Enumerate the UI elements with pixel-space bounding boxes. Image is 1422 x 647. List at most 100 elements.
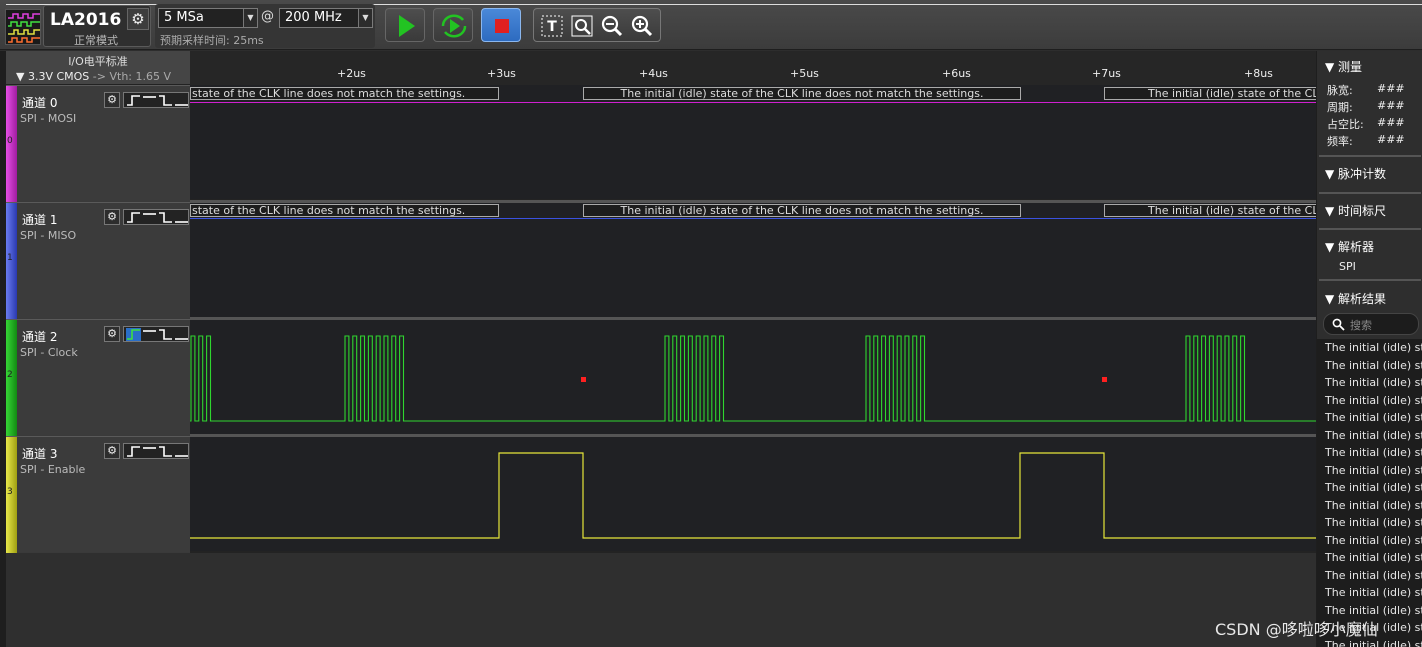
result-item[interactable]: The initial (idle) st	[1317, 549, 1422, 567]
loop-run-button[interactable]	[433, 8, 473, 42]
decoder-section-header[interactable]: ▼ 解析器	[1325, 238, 1374, 255]
high-level-icon[interactable]	[142, 445, 157, 458]
single-run-button[interactable]	[385, 8, 425, 42]
period-value: ###	[1377, 99, 1405, 112]
trigger-selector[interactable]	[123, 209, 189, 225]
gear-icon[interactable]: ⚙	[104, 326, 120, 342]
zoom-out-icon[interactable]	[600, 14, 624, 38]
device-model: LA2016	[50, 10, 122, 30]
duty-cycle-value: ###	[1377, 116, 1405, 129]
frequency-measure-value: ###	[1377, 133, 1405, 146]
lane-channel-0[interactable]: state of the CLK line does not match the…	[190, 85, 1316, 199]
result-item[interactable]: The initial (idle) st	[1317, 409, 1422, 427]
result-item[interactable]: The initial (idle) st	[1317, 584, 1422, 602]
channel-panel: I/O电平标准 ▼ 3.3V CMOS -> Vth: 1.65 V 0 通道 …	[6, 51, 190, 553]
result-item[interactable]: The initial (idle) st	[1317, 514, 1422, 532]
decoder-annotation[interactable]: state of the CLK line does not match the…	[190, 204, 499, 217]
result-item[interactable]: The initial (idle) st	[1317, 374, 1422, 392]
low-level-icon[interactable]	[174, 94, 189, 107]
low-level-icon[interactable]	[174, 445, 189, 458]
high-level-icon[interactable]	[142, 211, 157, 224]
decoder-annotation[interactable]: The initial (idle) state of the CLK line…	[583, 87, 1021, 100]
channel-row-2[interactable]: 2 通道 2 SPI - Clock ⚙	[6, 319, 190, 436]
section-divider	[1319, 228, 1421, 230]
zoom-fit-icon[interactable]	[570, 14, 594, 38]
results-section-header[interactable]: ▼ 解析结果	[1325, 290, 1386, 307]
result-item[interactable]: The initial (idle) st	[1317, 567, 1422, 585]
device-settings-gear-icon[interactable]: ⚙	[127, 8, 149, 30]
section-divider	[1319, 279, 1421, 281]
measure-section-header[interactable]: ▼ 测量	[1325, 58, 1362, 75]
channel-decoder-label: SPI - MOSI	[20, 112, 77, 125]
high-level-icon[interactable]	[142, 328, 157, 341]
sample-rate-value: 5 MSa	[164, 10, 204, 25]
sample-rate-select[interactable]: 5 MSa ▼	[158, 8, 258, 28]
io-level-title: I/O电平标准	[68, 55, 128, 68]
result-item[interactable]: The initial (idle) st	[1317, 427, 1422, 445]
high-level-icon[interactable]	[142, 94, 157, 107]
gear-icon[interactable]: ⚙	[104, 92, 120, 108]
result-item[interactable]: The initial (idle) st	[1317, 497, 1422, 515]
channel-row-1[interactable]: 1 通道 1 SPI - MISO ⚙	[6, 202, 190, 319]
gear-icon[interactable]: ⚙	[104, 209, 120, 225]
io-level-header: I/O电平标准 ▼ 3.3V CMOS -> Vth: 1.65 V	[6, 51, 190, 85]
lane-channel-3[interactable]	[190, 437, 1316, 551]
rising-edge-icon[interactable]	[126, 445, 141, 458]
results-list[interactable]: The initial (idle) st The initial (idle) …	[1317, 339, 1422, 647]
rising-edge-icon[interactable]	[126, 94, 141, 107]
decoder-annotation[interactable]: state of the CLK line does not match the…	[190, 87, 499, 100]
search-icon	[1332, 318, 1345, 331]
enable-waveform	[190, 452, 1316, 539]
frequency-select[interactable]: 200 MHz ▼	[279, 8, 373, 28]
low-level-icon[interactable]	[174, 328, 189, 341]
result-item[interactable]: The initial (idle) st	[1317, 532, 1422, 550]
search-placeholder: 搜索	[1350, 319, 1372, 332]
section-divider	[1319, 155, 1421, 157]
cursor-section-header[interactable]: ▼ 时间标尺	[1325, 202, 1386, 219]
time-tick: +5us	[790, 67, 819, 80]
channel-decoder-label: SPI - Clock	[20, 346, 78, 359]
channel-row-0[interactable]: 0 通道 0 SPI - MOSI ⚙	[6, 85, 190, 202]
falling-edge-icon[interactable]	[158, 94, 173, 107]
trigger-selector[interactable]	[123, 326, 189, 342]
result-item[interactable]: The initial (idle) st	[1317, 479, 1422, 497]
result-item[interactable]: The initial (idle) st	[1317, 339, 1422, 357]
low-level-icon[interactable]	[174, 211, 189, 224]
pulse-count-section-header[interactable]: ▼ 脉冲计数	[1325, 165, 1386, 182]
result-item[interactable]: The initial (idle) st	[1317, 462, 1422, 480]
channel-row-3[interactable]: 3 通道 3 SPI - Enable ⚙	[6, 436, 190, 553]
gear-icon[interactable]: ⚙	[104, 443, 120, 459]
time-tick: +4us	[639, 67, 668, 80]
decoder-annotation[interactable]: The initial (idle) state of the CLK line…	[583, 204, 1021, 217]
chevron-down-icon: ▼	[243, 9, 257, 27]
lane-channel-2[interactable]	[190, 320, 1316, 434]
rising-edge-icon-selected[interactable]	[126, 328, 141, 341]
result-item[interactable]: The initial (idle) st	[1317, 444, 1422, 462]
threshold-voltage: -> Vth: 1.65 V	[92, 70, 172, 83]
result-item[interactable]: The initial (idle) st	[1317, 357, 1422, 375]
waveform-view[interactable]: +2us +3us +4us +5us +6us +7us +8us state…	[190, 51, 1316, 553]
falling-edge-icon[interactable]	[158, 328, 173, 341]
results-search-input[interactable]: 搜索	[1323, 313, 1419, 335]
decoder-spi-item[interactable]: SPI	[1339, 260, 1356, 273]
app-logo-icon	[5, 9, 41, 45]
duty-cycle-label: 占空比:	[1327, 118, 1364, 131]
trigger-selector[interactable]	[123, 92, 189, 108]
channel-name: 通道 3	[22, 447, 58, 461]
decoder-annotation[interactable]: The initial (idle) state of the CLK line…	[1104, 204, 1316, 217]
falling-edge-icon[interactable]	[158, 211, 173, 224]
rising-edge-icon[interactable]	[126, 211, 141, 224]
channel-number: 2	[7, 370, 13, 380]
result-item[interactable]: The initial (idle) st	[1317, 392, 1422, 410]
frequency-value: 200 MHz	[285, 10, 342, 25]
stop-button[interactable]	[481, 8, 521, 42]
time-ruler[interactable]: +2us +3us +4us +5us +6us +7us +8us	[190, 51, 1316, 85]
zoom-in-icon[interactable]	[630, 14, 654, 38]
decoder-annotation[interactable]: The initial (idle) state of the CLK line…	[1104, 87, 1316, 100]
text-tool-icon[interactable]: T	[540, 14, 564, 38]
falling-edge-icon[interactable]	[158, 445, 173, 458]
io-level-standard-select[interactable]: ▼ 3.3V CMOS -> Vth: 1.65 V	[16, 70, 171, 83]
expected-sample-time: 预期采样时间: 25ms	[160, 34, 264, 47]
trigger-selector[interactable]	[123, 443, 189, 459]
lane-channel-1[interactable]: state of the CLK line does not match the…	[190, 203, 1316, 317]
